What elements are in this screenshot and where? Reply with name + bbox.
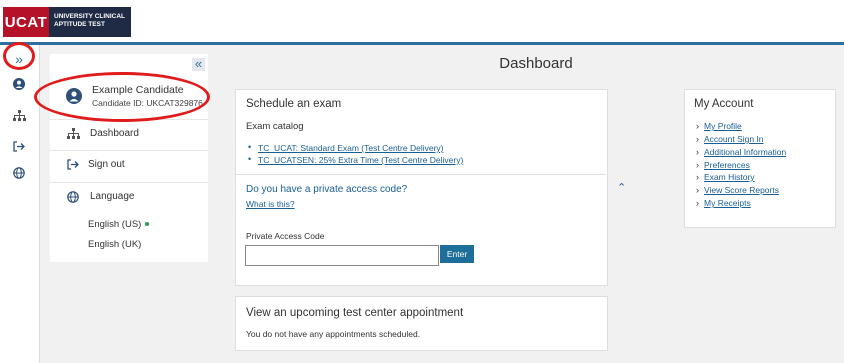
sidebar-item-label: Dashboard [90,128,139,139]
language-option-en-uk[interactable]: English (UK) [88,239,141,250]
enter-button[interactable]: Enter [440,245,474,263]
chevron-right-icon: › [696,160,699,170]
account-link-label: My Receipts [704,198,751,208]
account-link-label: Additional Information [704,147,787,157]
sidebar-item-sign-out[interactable]: Sign out [50,150,208,181]
account-link-label: View Score Reports [704,185,779,195]
account-link-label: Preferences [704,160,750,170]
chevron-right-icon: › [696,134,699,144]
my-account-title: My Account [694,98,754,110]
user-circle-svg [13,78,25,90]
logo-subtitle-line2: APTITUDE TEST [54,21,105,28]
private-code-input[interactable] [245,245,439,266]
chevron-right-icon: › [696,198,699,208]
account-link-additional-info[interactable]: › Additional Information [696,147,786,157]
sitemap-icon [66,128,80,142]
sidebar-item-dashboard[interactable]: Dashboard [50,119,208,150]
card-divider [236,174,606,175]
logo-subtitle-line1: UNIVERSITY CLINICAL [54,13,126,20]
appointments-title: View an upcoming test center appointment [246,307,464,319]
private-code-toggle[interactable]: Do you have a private access code? [246,184,407,195]
chevron-up-icon[interactable]: ⌃ [617,181,626,194]
sidebar-item-language: Language [50,182,208,213]
language-option-label: English (US) [88,219,142,230]
what-is-this-link[interactable]: What is this? [246,199,295,209]
header-divider [0,42,844,45]
logo-subtitle: UNIVERSITY CLINICAL APTITUDE TEST [49,7,131,37]
chevron-right-icon: › [696,147,699,157]
nav-sign-out-svg [67,159,79,170]
nav-globe-svg [67,191,79,203]
chevron-right-icon: › [696,121,699,131]
account-link-my-profile[interactable]: › My Profile [696,121,742,131]
sidebar-item-label: Sign out [88,159,125,170]
chevron-right-icon: › [696,185,699,195]
dashboard-sitemap-svg [66,128,80,139]
sitemap-icon[interactable] [9,106,29,124]
exam-catalog-label: Exam catalog [246,121,304,132]
annotation-ellipse-user [34,72,210,122]
globe-icon[interactable] [9,164,29,182]
private-code-label: Private Access Code [246,231,325,241]
sign-out-icon [66,159,80,173]
logo-ucat-text: UCAT [3,7,49,37]
account-link-receipts[interactable]: › My Receipts [696,198,751,208]
chevron-right-icon: › [696,172,699,182]
user-circle-icon[interactable] [9,75,29,93]
language-option-label: English (UK) [88,239,142,250]
annotation-circle-expand [3,42,35,70]
account-link-label: Exam History [704,172,755,182]
account-link-sign-in[interactable]: › Account Sign In [696,134,764,144]
exam-link-text: TC_UCATSEN: 25% Extra Time (Test Centre … [258,155,464,165]
account-link-preferences[interactable]: › Preferences [696,160,750,170]
exam-link-extra-time[interactable]: TC_UCATSEN: 25% Extra Time (Test Centre … [248,154,464,165]
page-title: Dashboard [499,55,573,72]
collapse-panel-button[interactable]: « [192,57,205,71]
schedule-card-title: Schedule an exam [246,98,342,110]
account-link-exam-history[interactable]: › Exam History [696,172,755,182]
account-link-label: My Profile [704,121,742,131]
sidebar-item-label: Language [90,191,135,202]
selected-indicator-icon [145,222,150,227]
globe-icon [66,191,80,205]
sign-out-icon[interactable] [9,137,29,155]
language-option-en-us[interactable]: English (US) [88,219,150,230]
exam-link-standard[interactable]: TC_UCAT: Standard Exam (Test Centre Deli… [248,142,444,153]
account-link-label: Account Sign In [704,134,764,144]
ucat-logo[interactable]: UCAT UNIVERSITY CLINICAL APTITUDE TEST [3,7,131,37]
sitemap-svg [12,109,26,121]
account-link-score-reports[interactable]: › View Score Reports [696,185,779,195]
globe-svg [13,167,25,179]
exam-link-text: TC_UCAT: Standard Exam (Test Centre Deli… [258,143,444,153]
appointments-card [235,296,608,351]
top-bar: UCAT UNIVERSITY CLINICAL APTITUDE TEST [0,0,844,42]
sign-out-svg [13,140,25,152]
appointments-message: You do not have any appointments schedul… [246,329,421,339]
